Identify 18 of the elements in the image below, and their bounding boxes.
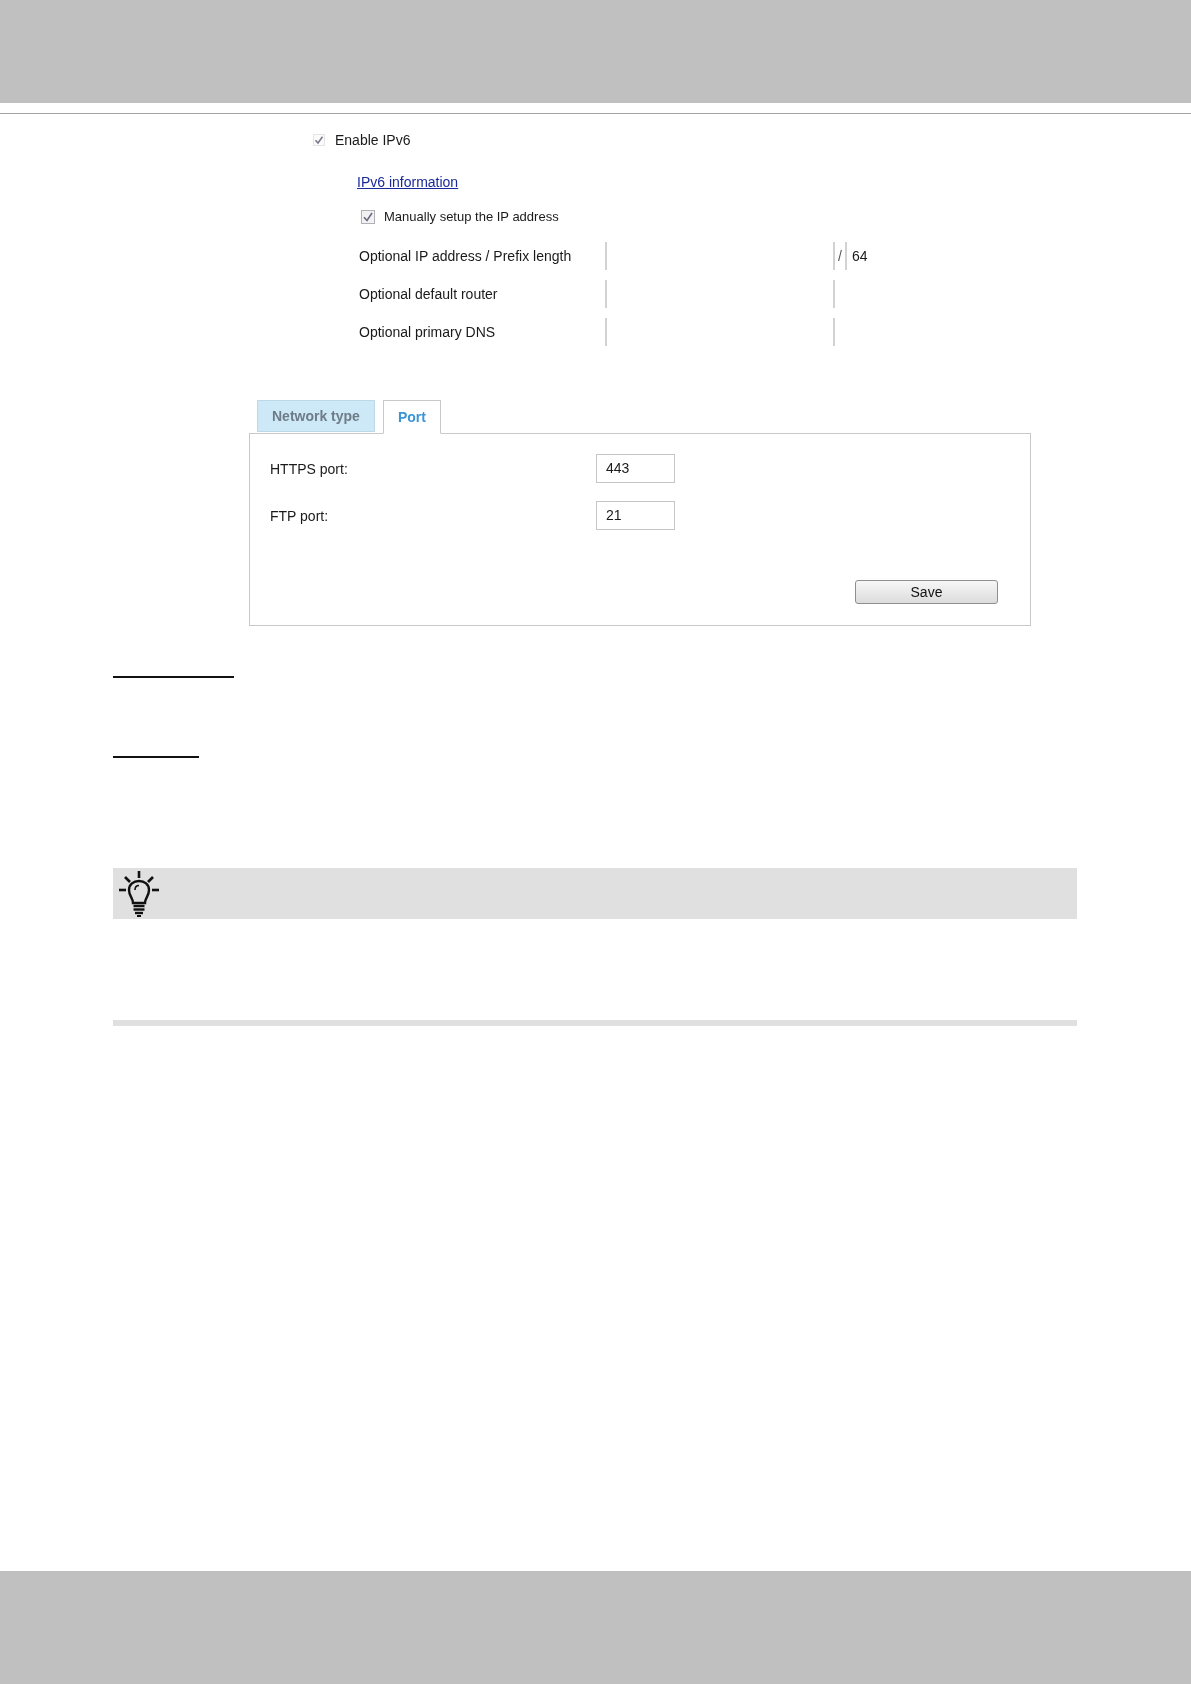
input-field[interactable]: 443 bbox=[596, 454, 675, 483]
field-label: HTTPS port: bbox=[270, 460, 349, 477]
save-button[interactable]: Save bbox=[855, 580, 998, 604]
checkbox-label: Manually setup the IP address bbox=[384, 208, 559, 226]
field-label: Optional primary DNS bbox=[359, 324, 497, 340]
checkbox[interactable] bbox=[361, 210, 375, 224]
checkbox-label: Enable IPv6 bbox=[335, 131, 411, 149]
prefix-separator: / bbox=[838, 247, 842, 265]
input-field[interactable] bbox=[605, 280, 835, 308]
field-label: Optional IP address / Prefix length bbox=[359, 248, 573, 264]
input-field[interactable] bbox=[605, 242, 835, 270]
field-label: FTP port: bbox=[270, 507, 330, 524]
prefix-length-field[interactable]: 64 bbox=[844, 242, 875, 270]
input-field[interactable]: 21 bbox=[596, 501, 675, 530]
field-label: Optional default router bbox=[359, 286, 499, 302]
lightbulb-icon bbox=[118, 870, 160, 917]
ipv6-information-link[interactable]: IPv6 information bbox=[357, 173, 459, 191]
input-field[interactable] bbox=[605, 318, 835, 346]
